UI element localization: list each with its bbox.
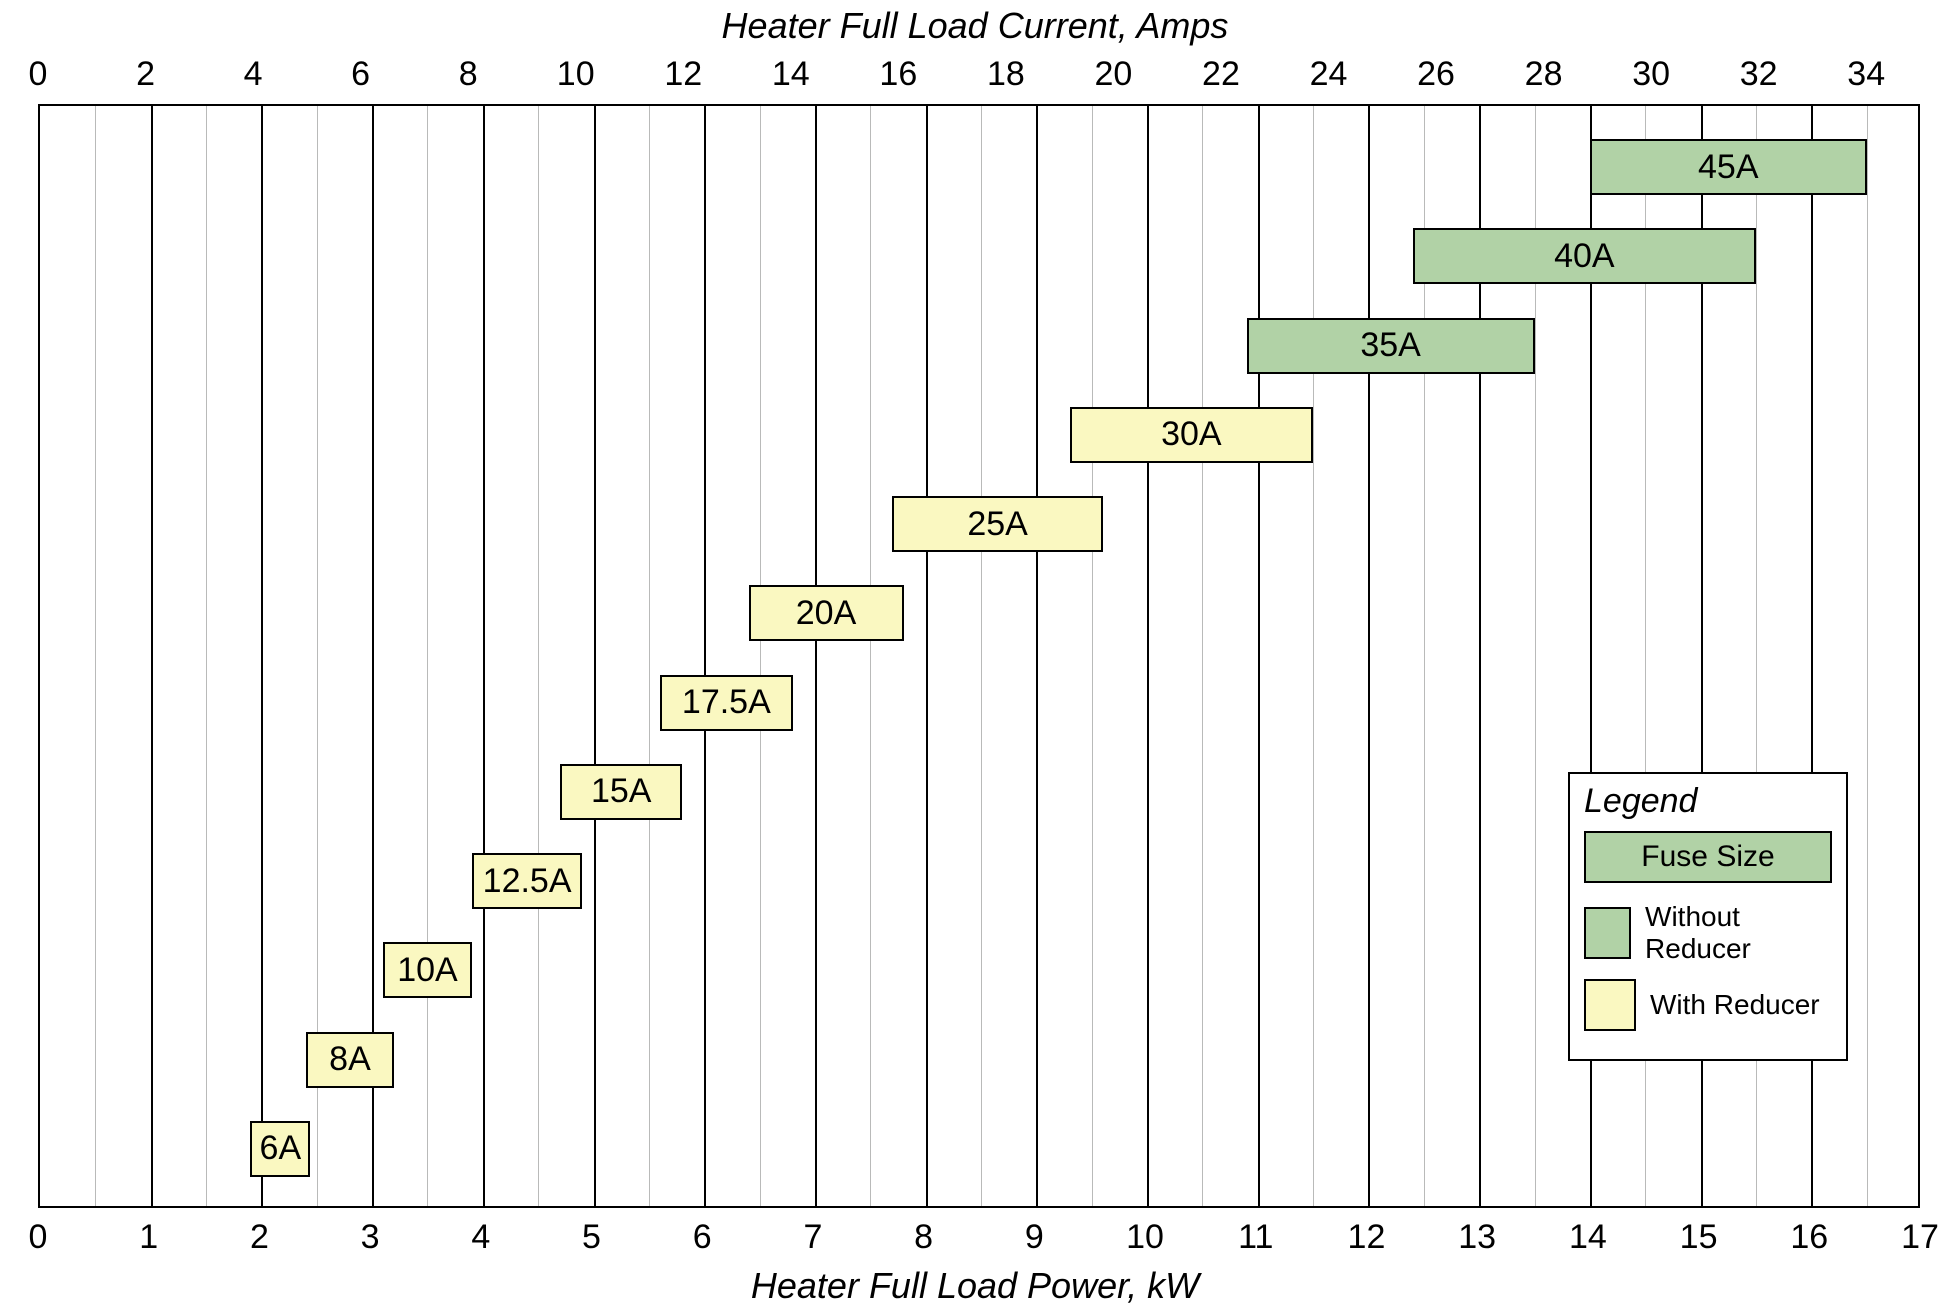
grid-major — [1147, 106, 1149, 1206]
grid-major — [594, 106, 596, 1206]
tick-bottom: 17 — [1901, 1218, 1939, 1257]
grid-minor — [1313, 106, 1314, 1206]
tick-bottom: 11 — [1238, 1218, 1273, 1257]
tick-top: 16 — [879, 55, 917, 94]
grid-major — [483, 106, 485, 1206]
fuse-bar: 17.5A — [660, 675, 793, 731]
tick-bottom: 13 — [1458, 1218, 1496, 1257]
legend-with-reducer-swatch — [1584, 979, 1636, 1031]
grid-major — [1368, 106, 1370, 1206]
tick-top: 20 — [1095, 55, 1133, 94]
grid-minor — [1092, 106, 1093, 1206]
grid-minor — [95, 106, 96, 1206]
tick-top: 34 — [1847, 55, 1885, 94]
grid-minor — [981, 106, 982, 1206]
tick-top: 8 — [459, 55, 478, 94]
fuse-bar: 40A — [1413, 228, 1756, 284]
fuse-bar: 25A — [892, 496, 1102, 552]
tick-top: 10 — [557, 55, 595, 94]
tick-bottom: 3 — [361, 1218, 380, 1257]
grid-major — [704, 106, 706, 1206]
legend-fuse-size: Fuse Size — [1584, 831, 1832, 883]
grid-minor — [649, 106, 650, 1206]
legend-with-reducer-label: With Reducer — [1650, 989, 1820, 1021]
tick-top: 28 — [1525, 55, 1563, 94]
grid-major — [1036, 106, 1038, 1206]
plot-area: 6A 8A 10A12.5A 15A 17.5A 20A 25A 30A 35A 40A 45A Le… — [38, 104, 1920, 1208]
tick-bottom: 7 — [803, 1218, 822, 1257]
tick-top: 26 — [1417, 55, 1455, 94]
fuse-bar: 12.5A — [472, 853, 583, 909]
legend-with-reducer: With Reducer — [1584, 979, 1832, 1031]
fuse-bar: 30A — [1070, 407, 1314, 463]
tick-top: 12 — [664, 55, 702, 94]
tick-bottom: 15 — [1680, 1218, 1718, 1257]
tick-bottom: 8 — [914, 1218, 933, 1257]
grid-minor — [538, 106, 539, 1206]
tick-bottom: 9 — [1025, 1218, 1044, 1257]
grid-minor — [206, 106, 207, 1206]
chart-container: Heater Full Load Current, Amps 024681012… — [0, 0, 1950, 1313]
fuse-bar: 6A — [250, 1121, 310, 1177]
tick-bottom: 16 — [1790, 1218, 1828, 1257]
tick-top: 14 — [772, 55, 810, 94]
legend-title: Legend — [1584, 782, 1832, 821]
tick-top: 30 — [1632, 55, 1670, 94]
legend-without-reducer-swatch — [1584, 907, 1631, 959]
fuse-bar: 10A — [383, 942, 472, 998]
tick-bottom: 10 — [1126, 1218, 1164, 1257]
grid-minor — [870, 106, 871, 1206]
tick-bottom: 0 — [29, 1218, 48, 1257]
grid-major — [926, 106, 928, 1206]
tick-top: 4 — [244, 55, 263, 94]
grid-major — [151, 106, 153, 1206]
grid-major — [815, 106, 817, 1206]
tick-bottom: 5 — [582, 1218, 601, 1257]
tick-top: 32 — [1740, 55, 1778, 94]
grid-major — [261, 106, 263, 1206]
fuse-bar: 20A — [749, 585, 904, 641]
grid-minor — [427, 106, 428, 1206]
fuse-bar: 15A — [560, 764, 682, 820]
tick-bottom: 12 — [1348, 1218, 1386, 1257]
fuse-bar: 45A — [1590, 139, 1867, 195]
axis-title-bottom: Heater Full Load Power, kW — [0, 1265, 1950, 1307]
legend-without-reducer: Without Reducer — [1584, 901, 1832, 965]
legend-without-reducer-label: Without Reducer — [1645, 901, 1832, 965]
tick-bottom: 14 — [1569, 1218, 1607, 1257]
tick-bottom: 6 — [693, 1218, 712, 1257]
fuse-bar: 8A — [306, 1032, 395, 1088]
tick-top: 18 — [987, 55, 1025, 94]
legend: Legend Fuse Size Without Reducer With Reduc… — [1568, 772, 1848, 1061]
tick-bottom: 1 — [139, 1218, 158, 1257]
fuse-bar: 35A — [1247, 318, 1535, 374]
grid-major — [1258, 106, 1260, 1206]
axis-title-top: Heater Full Load Current, Amps — [0, 5, 1950, 47]
tick-top: 6 — [351, 55, 370, 94]
tick-bottom: 2 — [250, 1218, 269, 1257]
tick-bottom: 4 — [471, 1218, 490, 1257]
grid-minor — [760, 106, 761, 1206]
tick-top: 22 — [1202, 55, 1240, 94]
tick-top: 2 — [136, 55, 155, 94]
grid-minor — [1867, 106, 1868, 1206]
grid-minor — [1202, 106, 1203, 1206]
tick-top: 24 — [1310, 55, 1348, 94]
tick-top: 0 — [29, 55, 48, 94]
